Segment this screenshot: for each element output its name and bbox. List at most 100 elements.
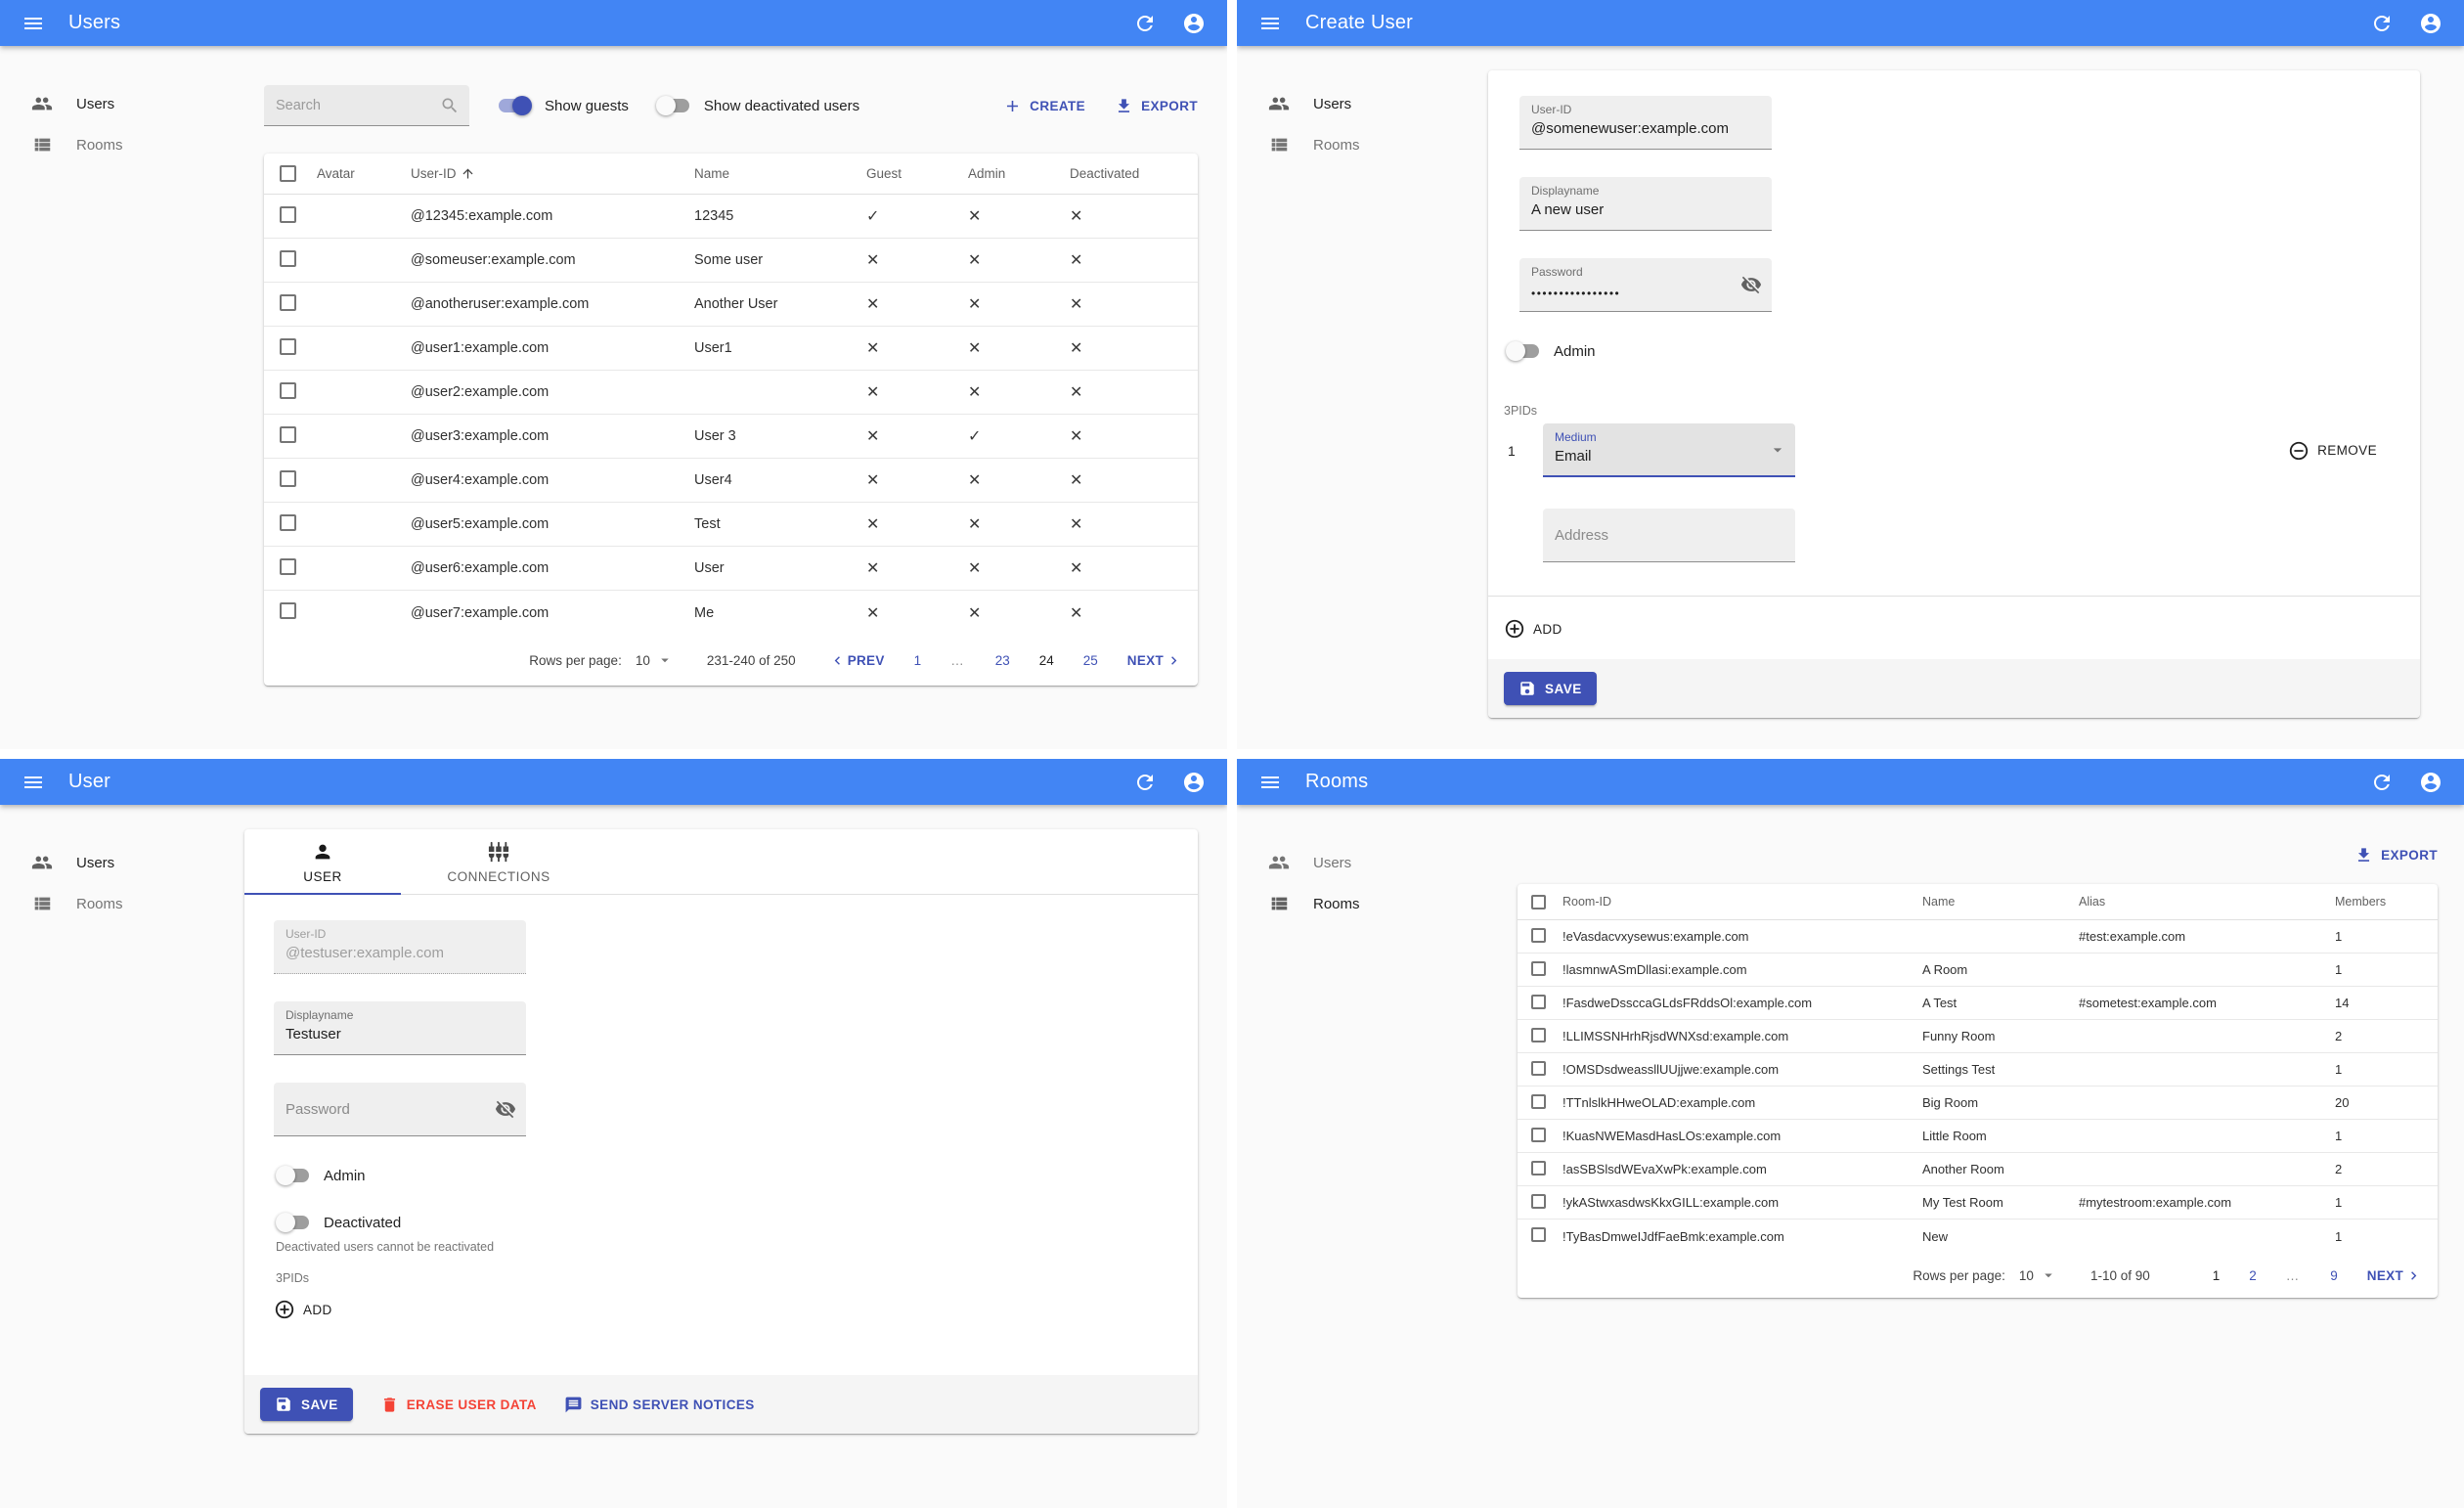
table-row[interactable]: !FasdweDssccaGLdsFRddsOl:example.com A Te… — [1518, 987, 2438, 1020]
select-all-checkbox[interactable] — [1531, 894, 1546, 909]
show-guests-switch[interactable] — [497, 96, 532, 115]
col-members[interactable]: Members — [2335, 895, 2438, 909]
table-row[interactable]: @someuser:example.com Some user ✕ ✕ ✕ — [264, 239, 1198, 283]
row-checkbox[interactable] — [280, 205, 296, 223]
row-checkbox[interactable] — [1531, 1160, 1546, 1175]
row-checkbox[interactable] — [1531, 1027, 1546, 1042]
row-checkbox[interactable] — [280, 602, 296, 619]
search-box[interactable] — [264, 85, 469, 126]
account-icon[interactable] — [2413, 6, 2448, 41]
prev-page-button[interactable]: PREV — [829, 652, 885, 669]
table-row[interactable]: !ykAStwxasdwsKkxGILL:example.com My Test … — [1518, 1186, 2438, 1220]
row-checkbox[interactable] — [1531, 1227, 1546, 1242]
row-checkbox[interactable] — [1531, 1193, 1546, 1209]
account-icon[interactable] — [2413, 765, 2448, 800]
address-field[interactable]: Address — [1543, 509, 1795, 562]
export-button[interactable]: EXPORT — [2354, 846, 2438, 865]
page-button[interactable]: 1 — [914, 653, 922, 668]
displayname-field[interactable]: Displayname Testuser — [274, 1001, 526, 1055]
row-checkbox[interactable] — [280, 469, 296, 487]
sidebar-item-rooms[interactable]: Rooms — [1237, 124, 1481, 165]
row-checkbox[interactable] — [280, 293, 296, 311]
row-checkbox[interactable] — [280, 249, 296, 267]
col-deactivated[interactable]: Deactivated — [1056, 166, 1198, 181]
table-row[interactable]: @12345:example.com 12345 ✓ ✕ ✕ — [264, 195, 1198, 239]
row-checkbox[interactable] — [280, 337, 296, 355]
account-icon[interactable] — [1176, 6, 1211, 41]
add-threepid-button[interactable]: ADD — [274, 1299, 332, 1320]
rows-per-page-select[interactable]: Rows per page: 10 — [529, 651, 674, 669]
page-button[interactable]: 23 — [995, 653, 1010, 668]
sidebar-item-users[interactable]: Users — [1237, 842, 1481, 883]
password-field[interactable]: Password •••••••••••••••• — [1519, 258, 1772, 312]
export-button[interactable]: EXPORT — [1115, 97, 1198, 115]
refresh-icon[interactable] — [2364, 6, 2399, 41]
visibility-off-icon[interactable] — [1740, 274, 1762, 295]
row-checkbox[interactable] — [1531, 927, 1546, 943]
table-row[interactable]: @anotheruser:example.com Another User ✕ ✕ ✕ — [264, 283, 1198, 327]
table-row[interactable]: !OMSDsdweassllUUjjwe:example.com Settings… — [1518, 1053, 2438, 1087]
visibility-off-icon[interactable] — [495, 1098, 516, 1120]
remove-threepid-button[interactable]: REMOVE — [2288, 440, 2377, 462]
create-button[interactable]: CREATE — [1003, 97, 1085, 115]
row-checkbox[interactable] — [1531, 960, 1546, 976]
page-button[interactable]: 9 — [2330, 1268, 2338, 1283]
search-input[interactable] — [276, 97, 440, 113]
table-row[interactable]: !lasmnwASmDllasi:example.com A Room 1 — [1518, 954, 2438, 987]
admin-switch[interactable] — [1506, 341, 1541, 361]
table-row[interactable]: !eVasdacvxysewus:example.com #test:exampl… — [1518, 920, 2438, 954]
row-checkbox[interactable] — [1531, 1060, 1546, 1076]
col-name[interactable]: Name — [1922, 895, 2079, 909]
sidebar-item-users[interactable]: Users — [1237, 83, 1481, 124]
table-row[interactable]: @user4:example.com User4 ✕ ✕ ✕ — [264, 459, 1198, 503]
show-deactivated-switch[interactable] — [655, 96, 691, 115]
row-checkbox[interactable] — [280, 557, 296, 575]
table-row[interactable]: @user5:example.com Test ✕ ✕ ✕ — [264, 503, 1198, 547]
next-page-button[interactable]: NEXT — [2367, 1267, 2422, 1284]
admin-toggle[interactable]: Admin — [276, 1166, 1168, 1185]
sidebar-item-rooms[interactable]: Rooms — [0, 124, 244, 165]
medium-select[interactable]: Medium Email — [1543, 423, 1795, 477]
row-checkbox[interactable] — [1531, 1093, 1546, 1109]
rows-per-page-select[interactable]: Rows per page: 10 — [1913, 1266, 2057, 1284]
col-guest[interactable]: Guest — [853, 166, 954, 181]
page-button[interactable]: 2 — [2249, 1268, 2257, 1283]
menu-icon[interactable] — [16, 6, 51, 41]
row-checkbox[interactable] — [1531, 1127, 1546, 1142]
show-deactivated-toggle[interactable]: Show deactivated users — [655, 96, 859, 115]
table-row[interactable]: !TTnlslkHHweOLAD:example.com Big Room 20 — [1518, 1087, 2438, 1120]
table-row[interactable]: @user6:example.com User ✕ ✕ ✕ — [264, 547, 1198, 591]
send-server-notices-button[interactable]: SEND SERVER NOTICES — [564, 1396, 755, 1414]
refresh-icon[interactable] — [2364, 765, 2399, 800]
table-row[interactable]: !TyBasDmweIJdfFaeBmk:example.com New 1 — [1518, 1220, 2438, 1253]
save-button[interactable]: SAVE — [1504, 672, 1597, 705]
displayname-field[interactable]: Displayname A new user — [1519, 177, 1772, 231]
sidebar-item-rooms[interactable]: Rooms — [0, 883, 244, 924]
admin-switch[interactable] — [276, 1166, 311, 1185]
save-button[interactable]: SAVE — [260, 1388, 353, 1421]
admin-toggle[interactable]: Admin — [1506, 341, 2391, 361]
col-user-id[interactable]: User-ID — [411, 166, 694, 181]
row-checkbox[interactable] — [1531, 994, 1546, 1009]
refresh-icon[interactable] — [1127, 6, 1163, 41]
table-row[interactable]: @user1:example.com User1 ✕ ✕ ✕ — [264, 327, 1198, 371]
menu-icon[interactable] — [1253, 6, 1288, 41]
col-room-id[interactable]: Room-ID — [1562, 895, 1922, 909]
col-name[interactable]: Name — [694, 166, 853, 181]
tab-connections[interactable]: CONNECTIONS — [401, 829, 596, 894]
sidebar-item-rooms[interactable]: Rooms — [1237, 883, 1481, 924]
table-row[interactable]: !KuasNWEMasdHasLOs:example.com Little Roo… — [1518, 1120, 2438, 1153]
table-row[interactable]: @user3:example.com User 3 ✕ ✓ ✕ — [264, 415, 1198, 459]
row-checkbox[interactable] — [280, 513, 296, 531]
tab-user[interactable]: USER — [244, 829, 401, 895]
password-field[interactable]: Password — [274, 1083, 526, 1136]
menu-icon[interactable] — [16, 765, 51, 800]
account-icon[interactable] — [1176, 765, 1211, 800]
deactivated-toggle[interactable]: Deactivated — [276, 1213, 1168, 1232]
menu-icon[interactable] — [1253, 765, 1288, 800]
table-row[interactable]: @user2:example.com ✕ ✕ ✕ — [264, 371, 1198, 415]
table-row[interactable]: @user7:example.com Me ✕ ✕ ✕ — [264, 591, 1198, 635]
table-row[interactable]: !LLIMSSNHrhRjsdWNXsd:example.com Funny Ro… — [1518, 1020, 2438, 1053]
col-alias[interactable]: Alias — [2079, 895, 2335, 909]
user-id-field[interactable]: User-ID @somenewuser:example.com — [1519, 96, 1772, 150]
